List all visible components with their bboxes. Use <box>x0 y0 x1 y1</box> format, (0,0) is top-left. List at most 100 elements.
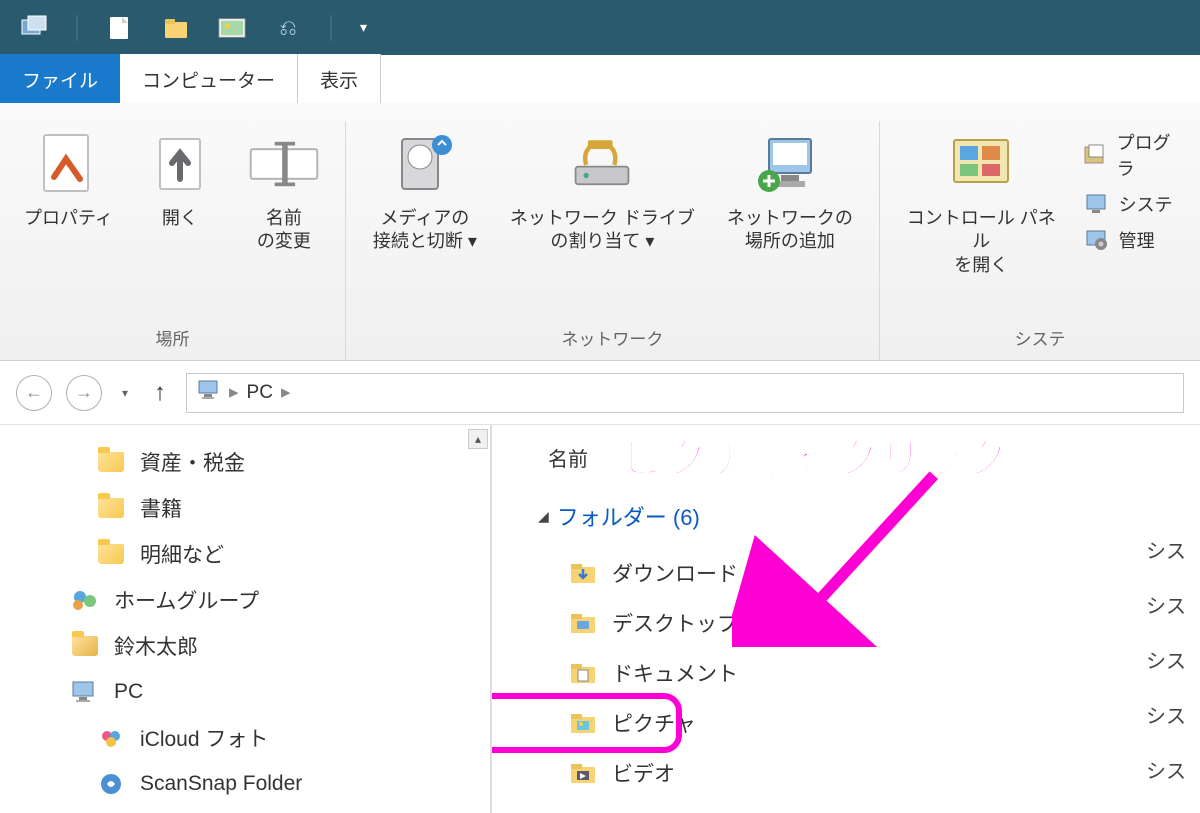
breadcrumb-pc[interactable]: PC <box>247 382 273 404</box>
folder-pictures[interactable]: ピクチャ <box>538 698 1200 748</box>
folder-videos[interactable]: ビデオ <box>538 748 1200 798</box>
folder-icon <box>96 539 126 569</box>
control-panel-icon <box>944 127 1018 201</box>
rename-button[interactable]: 名前 の変更 <box>237 121 331 260</box>
address-bar[interactable]: ▸ PC ▸ <box>186 373 1184 413</box>
homegroup-icon <box>70 585 100 615</box>
tree-item-scansnap[interactable]: ScanSnap Folder <box>0 761 490 807</box>
media-button[interactable]: メディアの 接続と切断 ▾ <box>360 121 490 260</box>
qat-new-icon[interactable] <box>106 14 134 42</box>
type-value: シス <box>1146 590 1200 619</box>
tree-item-pc[interactable]: PC <box>0 669 490 715</box>
media-label: メディアの 接続と切断 ▾ <box>373 207 477 254</box>
navigation-bar: ← → ▾ ↑ ▸ PC ▸ <box>0 361 1200 425</box>
map-drive-icon <box>565 127 639 201</box>
ribbon-tabs: ファイル コンピューター 表示 <box>0 55 1200 103</box>
ribbon: プロパティ 開く 名前 の変更 場所 メディアの 接 <box>0 103 1200 361</box>
tree-item-homegroup[interactable]: ホームグループ <box>0 577 490 623</box>
downloads-icon <box>568 558 598 588</box>
add-network-place-button[interactable]: ネットワークの 場所の追加 <box>715 121 865 260</box>
folder-downloads[interactable]: ダウンロード <box>538 548 1200 598</box>
documents-icon <box>568 658 598 688</box>
folder-music[interactable]: ミュージック <box>538 798 1200 813</box>
control-panel-button[interactable]: コントロール パネル を開く <box>894 121 1069 283</box>
properties-label: プロパティ <box>24 207 113 230</box>
system-icon <box>1083 191 1109 217</box>
videos-icon <box>568 758 598 788</box>
open-button[interactable]: 開く <box>133 121 227 236</box>
pictures-icon <box>568 708 598 738</box>
tab-view[interactable]: 表示 <box>298 54 381 103</box>
system-properties-button[interactable]: システ <box>1079 189 1186 219</box>
type-value: シス <box>1146 755 1200 784</box>
tab-file[interactable]: ファイル <box>0 54 120 103</box>
collapse-icon: ◢ <box>538 508 549 525</box>
folder-icon <box>96 493 126 523</box>
app-icon <box>20 14 48 42</box>
tree-scroll-up[interactable]: ▴ <box>468 429 488 449</box>
control-panel-label: コントロール パネル を開く <box>904 207 1059 277</box>
folder-documents[interactable]: ドキュメント <box>538 648 1200 698</box>
ribbon-group-label: システ <box>1014 317 1065 360</box>
music-icon <box>568 808 598 813</box>
tree-item-books[interactable]: 書籍 <box>0 485 490 531</box>
qat-undo-icon[interactable]: ⎌ <box>274 14 302 42</box>
content-pane: 名前 ◢ フォルダー (6) ダウンロード デスクトップ ドキュメント ピクチャ… <box>492 425 1200 813</box>
ribbon-group-network: メディアの 接続と切断 ▾ ネットワーク ドライブ の割り当て ▾ ネットワーク… <box>346 121 880 360</box>
ribbon-group-label: 場所 <box>155 317 189 360</box>
column-header-name[interactable]: 名前 <box>538 443 1200 492</box>
user-folder-icon <box>70 631 100 661</box>
programs-icon <box>1083 142 1107 168</box>
properties-button[interactable]: プロパティ <box>14 121 123 236</box>
pc-icon <box>70 677 100 707</box>
icloud-icon <box>96 723 126 753</box>
qat-separator <box>330 15 332 41</box>
up-button[interactable]: ↑ <box>154 379 166 407</box>
qat-picture-icon[interactable] <box>218 14 246 42</box>
group-header-folders[interactable]: ◢ フォルダー (6) <box>538 492 1200 548</box>
forward-button[interactable]: → <box>66 375 102 411</box>
scansnap-icon <box>96 769 126 799</box>
type-value: シス <box>1146 700 1200 729</box>
open-label: 開く <box>162 207 198 230</box>
tab-computer[interactable]: コンピューター <box>120 54 298 103</box>
tree-item-more[interactable] <box>0 807 490 813</box>
folder-desktop[interactable]: デスクトップ <box>538 598 1200 648</box>
programs-label: プログラ <box>1117 129 1182 181</box>
navigation-tree: ▴ 資産・税金 書籍 明細など ホームグループ 鈴木太郎 PC iCloud フ… <box>0 425 492 813</box>
qat-customize-icon[interactable]: ▾ <box>360 19 367 36</box>
qat-separator <box>76 15 78 41</box>
manage-icon <box>1083 227 1109 253</box>
add-network-place-label: ネットワークの 場所の追加 <box>727 207 853 254</box>
history-dropdown[interactable]: ▾ <box>116 375 134 411</box>
media-icon <box>388 127 462 201</box>
breadcrumb-sep[interactable]: ▸ <box>281 381 291 404</box>
column-type: シス シス シス シス シス シス <box>1146 535 1200 813</box>
tree-item-user[interactable]: 鈴木太郎 <box>0 623 490 669</box>
map-drive-button[interactable]: ネットワーク ドライブ の割り当て ▾ <box>500 121 705 260</box>
workspace: ▴ 資産・税金 書籍 明細など ホームグループ 鈴木太郎 PC iCloud フ… <box>0 425 1200 813</box>
tree-item-icloud[interactable]: iCloud フォト <box>0 715 490 761</box>
open-icon <box>143 127 217 201</box>
rename-icon <box>247 127 321 201</box>
rename-label: 名前 の変更 <box>257 207 311 254</box>
manage-button[interactable]: 管理 <box>1079 225 1186 255</box>
breadcrumb-sep: ▸ <box>229 381 239 404</box>
qat-folder-icon[interactable] <box>162 14 190 42</box>
ribbon-group-system: コントロール パネル を開く プログラ システ <box>880 121 1200 360</box>
folder-icon <box>96 447 126 477</box>
tree-item-assets[interactable]: 資産・税金 <box>0 439 490 485</box>
title-bar: ⎌ ▾ <box>0 0 1200 55</box>
type-value: シス <box>1146 535 1200 564</box>
properties-icon <box>31 127 105 201</box>
back-button[interactable]: ← <box>16 375 52 411</box>
tree-item-details[interactable]: 明細など <box>0 531 490 577</box>
ribbon-group-label: ネットワーク <box>561 317 663 360</box>
manage-label: 管理 <box>1119 227 1155 253</box>
map-drive-label: ネットワーク ドライブ の割り当て ▾ <box>510 207 695 254</box>
type-value: シス <box>1146 645 1200 674</box>
ribbon-group-location: プロパティ 開く 名前 の変更 場所 <box>0 121 346 360</box>
system-label: システ <box>1119 191 1173 217</box>
add-network-place-icon <box>753 127 827 201</box>
uninstall-programs-button[interactable]: プログラ <box>1079 127 1186 183</box>
